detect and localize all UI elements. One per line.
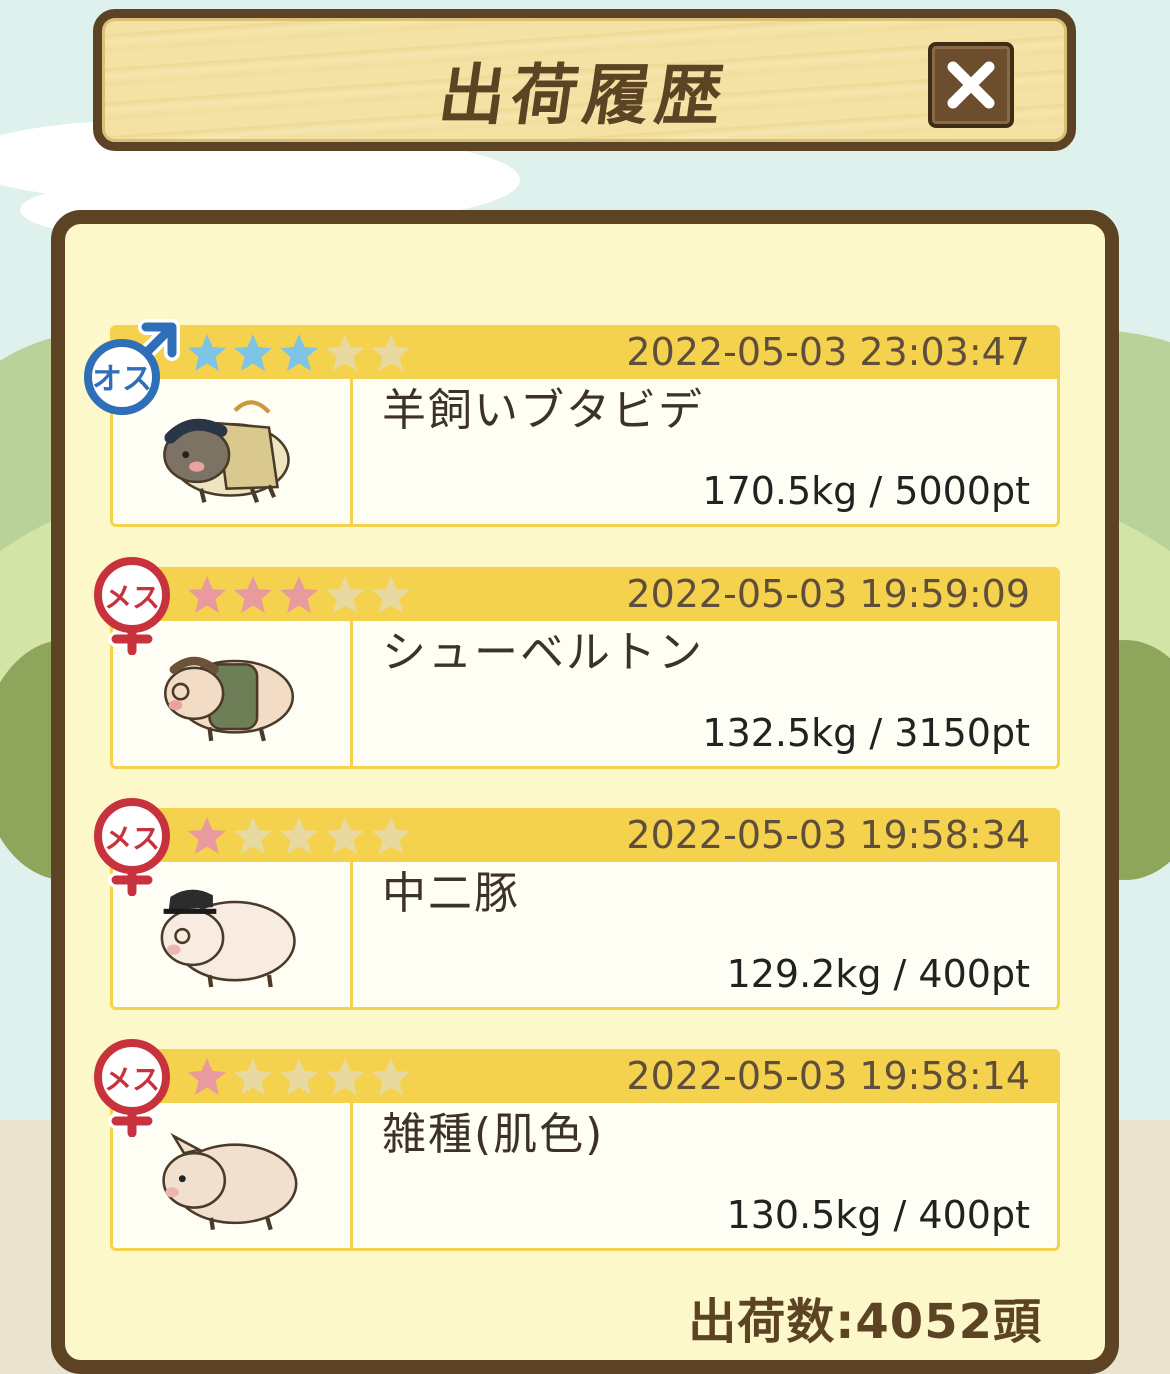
close-button[interactable] xyxy=(928,42,1014,128)
gender-label: メス xyxy=(104,822,160,855)
rating-stars xyxy=(185,814,413,858)
pig-weight-points: 129.2kg / 400pt xyxy=(726,952,1030,996)
star-empty-icon xyxy=(326,817,364,854)
star-filled-icon xyxy=(188,576,226,613)
rating-stars xyxy=(185,573,413,617)
star-filled-icon xyxy=(280,334,318,371)
star-empty-icon xyxy=(280,817,318,854)
star-filled-icon xyxy=(234,576,272,613)
pig-name: シューベルトン xyxy=(382,627,704,678)
row-divider xyxy=(350,862,353,1010)
row-divider xyxy=(350,1103,353,1251)
close-x-icon xyxy=(947,61,995,109)
history-row[interactable]: 2022-05-03 23:03:47 羊飼いブタビデ 170.5kg / 5000… xyxy=(110,325,1060,527)
star-empty-icon xyxy=(234,817,272,854)
pig-weight-points: 130.5kg / 400pt xyxy=(726,1193,1030,1237)
male-symbol-icon: オス xyxy=(84,319,180,415)
gender-label: オス xyxy=(92,362,152,397)
pig-name: 羊飼いブタビデ xyxy=(382,385,704,436)
star-empty-icon xyxy=(372,817,410,854)
gender-label: メス xyxy=(104,581,160,614)
rating-stars xyxy=(185,331,413,375)
page-title: 出荷履歴 xyxy=(434,57,734,134)
shipment-timestamp: 2022-05-03 19:58:34 xyxy=(626,813,1030,857)
shipment-total: 出荷数:4052頭 xyxy=(688,1294,1042,1350)
female-symbol-icon: メス xyxy=(90,555,182,659)
row-divider xyxy=(350,379,353,527)
star-empty-icon xyxy=(326,576,364,613)
history-row[interactable]: 2022-05-03 19:58:14 雑種(肌色) 130.5kg / 400pt xyxy=(110,1049,1060,1251)
pig-weight-points: 132.5kg / 3150pt xyxy=(702,711,1030,755)
star-empty-icon xyxy=(372,576,410,613)
shipment-timestamp: 2022-05-03 19:59:09 xyxy=(626,572,1030,616)
gender-label: メス xyxy=(104,1063,160,1096)
star-filled-icon xyxy=(188,334,226,371)
female-symbol-icon: メス xyxy=(90,796,182,900)
row-divider xyxy=(350,621,353,769)
pig-weight-points: 170.5kg / 5000pt xyxy=(702,469,1030,513)
history-row[interactable]: 2022-05-03 19:59:09 シューベルトン 132.5kg / 3150… xyxy=(110,567,1060,769)
star-filled-icon xyxy=(188,1058,226,1095)
star-empty-icon xyxy=(326,334,364,371)
pig-name: 雑種(肌色) xyxy=(382,1109,605,1160)
star-filled-icon xyxy=(188,817,226,854)
pig-name: 中二豚 xyxy=(382,868,520,919)
star-filled-icon xyxy=(280,576,318,613)
star-empty-icon xyxy=(234,1058,272,1095)
title-banner: 出荷履歴 xyxy=(93,9,1076,151)
shipment-timestamp: 2022-05-03 19:58:14 xyxy=(626,1054,1030,1098)
star-empty-icon xyxy=(372,1058,410,1095)
female-symbol-icon: メス xyxy=(90,1037,182,1141)
star-empty-icon xyxy=(280,1058,318,1095)
shipment-timestamp: 2022-05-03 23:03:47 xyxy=(626,330,1030,374)
rating-stars xyxy=(185,1055,413,1099)
history-row[interactable]: 2022-05-03 19:58:34 中二豚 129.2kg / 400pt xyxy=(110,808,1060,1010)
star-filled-icon xyxy=(234,334,272,371)
star-empty-icon xyxy=(326,1058,364,1095)
star-empty-icon xyxy=(372,334,410,371)
